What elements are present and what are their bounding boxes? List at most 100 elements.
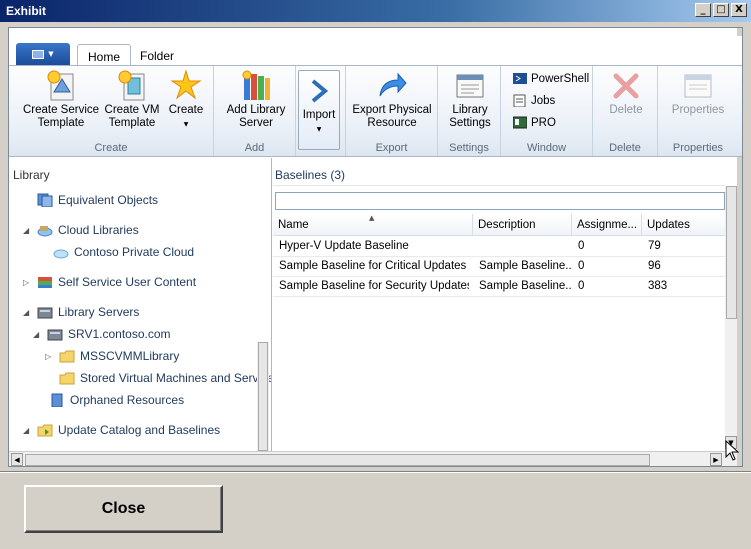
pro-button[interactable]: PRO [513, 116, 556, 129]
delete-label: Delete [609, 104, 643, 116]
export-physical-resource-button[interactable]: Export Physical Resource [348, 70, 436, 130]
cell-updates: 79 [648, 240, 661, 252]
column-header-description[interactable]: Description [473, 214, 572, 236]
collapsed-arrow-icon[interactable]: ▷ [23, 278, 29, 287]
vm-template-icon [116, 70, 148, 102]
jobs-clipboard-icon [513, 94, 526, 107]
cloud-library-icon [37, 226, 53, 237]
table-row[interactable]: Hyper-V Update Baseline 0 79 [273, 237, 725, 257]
group-label-add: Add [244, 142, 265, 154]
cell-description: Sample Baseline... [479, 280, 571, 292]
scroll-right-arrow-icon[interactable]: ▶ [710, 453, 722, 466]
ribbon-group-delete: Delete Delete [593, 66, 658, 156]
cell-description: Sample Baseline... [479, 260, 571, 272]
nav-item-label: MSSCVMMLibrary [80, 349, 180, 363]
ribbon-group-settings: Library Settings Settings [438, 66, 501, 156]
nav-item-srv1[interactable]: SRV1.contoso.com [47, 327, 171, 341]
export-physical-resource-label: Export Physical Resource [352, 104, 432, 129]
nav-item-library-servers[interactable]: Library Servers [37, 305, 139, 319]
file-menu-button[interactable]: ▼ [16, 43, 70, 65]
create-vm-template-label: Create VM Template [104, 104, 160, 129]
cell-assignments: 0 [578, 280, 585, 292]
expanded-arrow-icon[interactable]: ◢ [23, 226, 29, 235]
nav-item-cloud-libraries[interactable]: Cloud Libraries [37, 223, 139, 237]
horizontal-scrollbar[interactable]: ◀ ▶ [9, 451, 737, 466]
nav-item-update-catalog[interactable]: Update Catalog and Baselines [37, 423, 220, 437]
cell-assignments: 0 [578, 260, 585, 272]
nav-item-label: Self Service User Content [58, 275, 197, 289]
powershell-label: PowerShell [531, 72, 590, 85]
library-server-icon [240, 70, 272, 102]
powershell-button[interactable]: PowerShell [513, 72, 589, 85]
group-label-delete: Delete [609, 142, 641, 154]
create-service-template-button[interactable]: Create Service Template [21, 70, 101, 130]
create-vm-template-button[interactable]: Create VM Template [101, 70, 163, 130]
filter-input[interactable] [275, 192, 725, 210]
group-label-export: Export [375, 142, 408, 154]
nav-header: Library [13, 168, 50, 182]
maximize-button[interactable]: □ [713, 3, 729, 17]
ribbon-group-create: Create Service Template Create VM Templa… [9, 66, 214, 156]
scroll-left-arrow-icon[interactable]: ◀ [11, 453, 23, 466]
expanded-arrow-icon[interactable]: ◢ [23, 426, 29, 435]
nav-item-contoso-private-cloud[interactable]: Contoso Private Cloud [53, 245, 194, 259]
jobs-button[interactable]: Jobs [513, 94, 555, 107]
cell-name: Sample Baseline for Critical Updates [279, 260, 467, 272]
folder-icon [59, 372, 75, 385]
group-label-settings: Settings [449, 142, 489, 154]
expanded-arrow-icon[interactable]: ◢ [23, 308, 29, 317]
update-catalog-icon [37, 424, 53, 437]
nav-item-equivalent-objects[interactable]: Equivalent Objects [37, 193, 158, 207]
cell-updates: 96 [648, 260, 661, 272]
collapsed-arrow-icon[interactable]: ▷ [45, 352, 51, 361]
mouse-cursor-icon [725, 440, 739, 461]
column-header-assignments[interactable]: Assignme... [572, 214, 642, 236]
ribbon-group-add: Add Library Server Add [214, 66, 296, 156]
powershell-icon [513, 73, 527, 84]
pro-monitor-icon [513, 116, 527, 129]
file-menu-icon [32, 49, 45, 59]
library-navigation-pane: Library Equivalent Objects ◢ Cloud Libra… [9, 158, 272, 451]
nav-item-stored-virtual-machines[interactable]: Stored Virtual Machines and Services [59, 371, 272, 385]
table-row[interactable]: Sample Baseline for Critical Updates Sam… [273, 257, 725, 277]
baselines-title: Baselines (3) [275, 168, 346, 182]
ribbon: Create Service Template Create VM Templa… [9, 65, 742, 157]
nav-item-msscvmmlibrary[interactable]: MSSCVMMLibrary [59, 349, 179, 363]
minimize-button[interactable]: _ [695, 3, 711, 17]
pro-label: PRO [531, 116, 556, 129]
import-button[interactable]: Import ▼ [298, 70, 340, 150]
column-header-name[interactable]: Name [273, 214, 473, 236]
column-header-updates[interactable]: Updates [642, 214, 725, 236]
chevron-down-icon: ▼ [48, 50, 54, 58]
nav-item-self-service-user-content[interactable]: Self Service User Content [37, 275, 196, 289]
nav-item-orphaned-resources[interactable]: Orphaned Resources [49, 393, 184, 407]
user-content-icon [38, 277, 52, 288]
horizontal-scrollbar-thumb[interactable] [25, 454, 650, 466]
add-library-server-button[interactable]: Add Library Server [220, 70, 292, 130]
nav-item-label: Equivalent Objects [58, 193, 159, 207]
library-settings-button[interactable]: Library Settings [442, 70, 498, 130]
library-servers-icon [37, 307, 53, 319]
table-row[interactable]: Sample Baseline for Security Updates Sam… [273, 277, 725, 297]
nav-scrollbar-thumb[interactable] [258, 342, 268, 451]
close-button[interactable]: Close [24, 485, 223, 533]
grid-header: ▲ Name Description Assignme... Updates [273, 214, 725, 236]
dialog-title-bar: Exhibit _ □ X [0, 0, 751, 22]
delete-button[interactable]: Delete [601, 70, 651, 117]
import-label: Import [302, 109, 336, 121]
properties-window-icon [682, 70, 714, 102]
cell-name: Sample Baseline for Security Updates [279, 280, 469, 292]
properties-button[interactable]: Properties [662, 70, 734, 117]
import-arrow-icon [303, 75, 335, 107]
nav-scrollbar[interactable] [257, 342, 269, 451]
content-scrollbar[interactable]: ▼ [725, 186, 737, 451]
jobs-label: Jobs [531, 94, 556, 107]
close-window-button[interactable]: X [731, 3, 747, 17]
expanded-arrow-icon[interactable]: ◢ [33, 330, 39, 339]
tab-home[interactable]: Home [77, 44, 132, 66]
ribbon-group-import: Import ▼ [296, 66, 346, 156]
nav-item-label: Stored Virtual Machines and Services [80, 371, 272, 385]
content-scrollbar-thumb[interactable] [726, 186, 737, 319]
tab-folder[interactable]: Folder [130, 44, 184, 66]
create-dropdown-button[interactable]: Create ▼ [163, 69, 209, 131]
